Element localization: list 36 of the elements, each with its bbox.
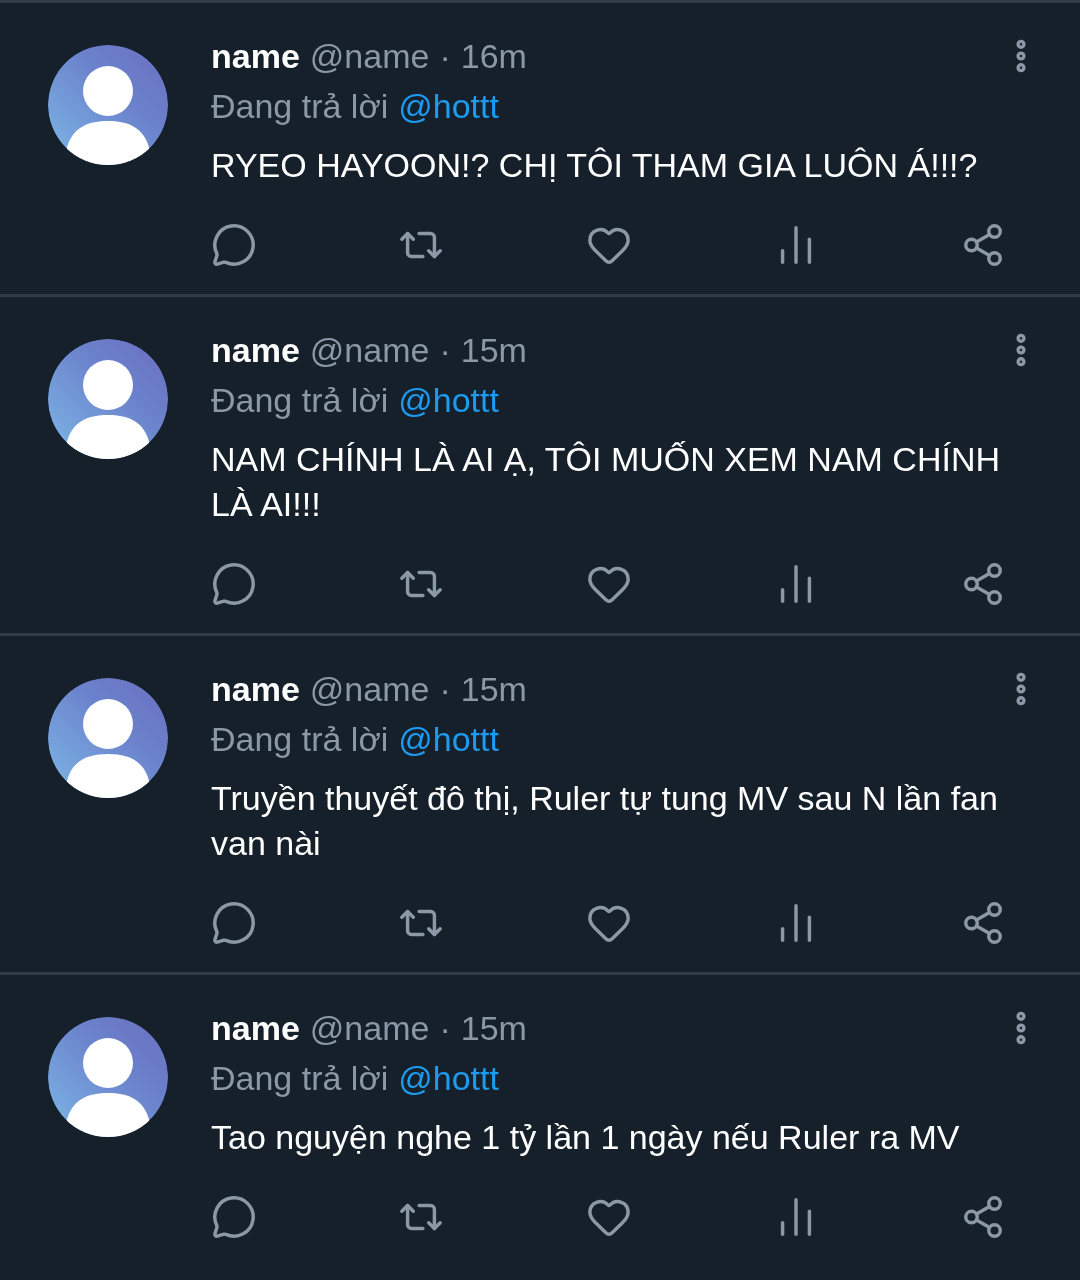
reply-label: Đang trả lời — [211, 85, 389, 127]
handle: @name — [309, 668, 430, 710]
handle: @name — [309, 35, 430, 77]
reply-mention[interactable]: @hottt — [398, 80, 499, 132]
reply-label: Đang trả lời — [211, 1057, 389, 1099]
avatar-icon[interactable] — [48, 678, 168, 798]
reply-mention[interactable]: @hottt — [398, 374, 499, 426]
avatar-icon[interactable] — [48, 45, 168, 165]
avatar-icon[interactable] — [48, 1017, 168, 1137]
timestamp: 15m — [460, 668, 527, 710]
reply-label: Đang trả lời — [211, 379, 389, 421]
timestamp: 15m — [460, 1007, 527, 1049]
tweet-text: NAM CHÍNH LÀ AI Ạ, TÔI MUỐN XEM NAM CHÍNH LÀ AI!!! — [211, 439, 1001, 525]
separator: · — [439, 35, 451, 77]
avatar-icon[interactable] — [48, 339, 168, 459]
display-name[interactable]: name — [211, 30, 300, 82]
handle: @name — [309, 329, 430, 371]
timestamp: 15m — [460, 329, 527, 371]
timestamp: 16m — [460, 35, 527, 77]
reply-mention[interactable]: @hottt — [398, 1052, 499, 1104]
tweet-text: RYEO HAYOON!? CHỊ TÔI THAM GIA LUÔN Á!!!? — [211, 145, 979, 186]
reply-icon[interactable] — [211, 222, 257, 268]
reply-mention[interactable]: @hottt — [398, 713, 499, 765]
display-name[interactable]: name — [211, 1002, 300, 1054]
tweet-text: Truyền thuyết đô thị, Ruler tự tung MV sau N lần fan van nài — [211, 778, 999, 864]
tweet-text: Tao nguyện nghe 1 tỷ lần 1 ngày nếu Ruler ra MV — [211, 1117, 961, 1158]
display-name[interactable]: name — [211, 663, 300, 715]
reply-icon[interactable] — [211, 1194, 257, 1240]
display-name[interactable]: name — [211, 324, 300, 376]
reply-icon[interactable] — [211, 561, 257, 607]
reply-label: Đang trả lời — [211, 718, 389, 760]
separator: · — [439, 1007, 451, 1049]
handle: @name — [309, 1007, 430, 1049]
separator: · — [439, 668, 451, 710]
reply-icon[interactable] — [211, 900, 257, 946]
separator: · — [439, 329, 451, 371]
